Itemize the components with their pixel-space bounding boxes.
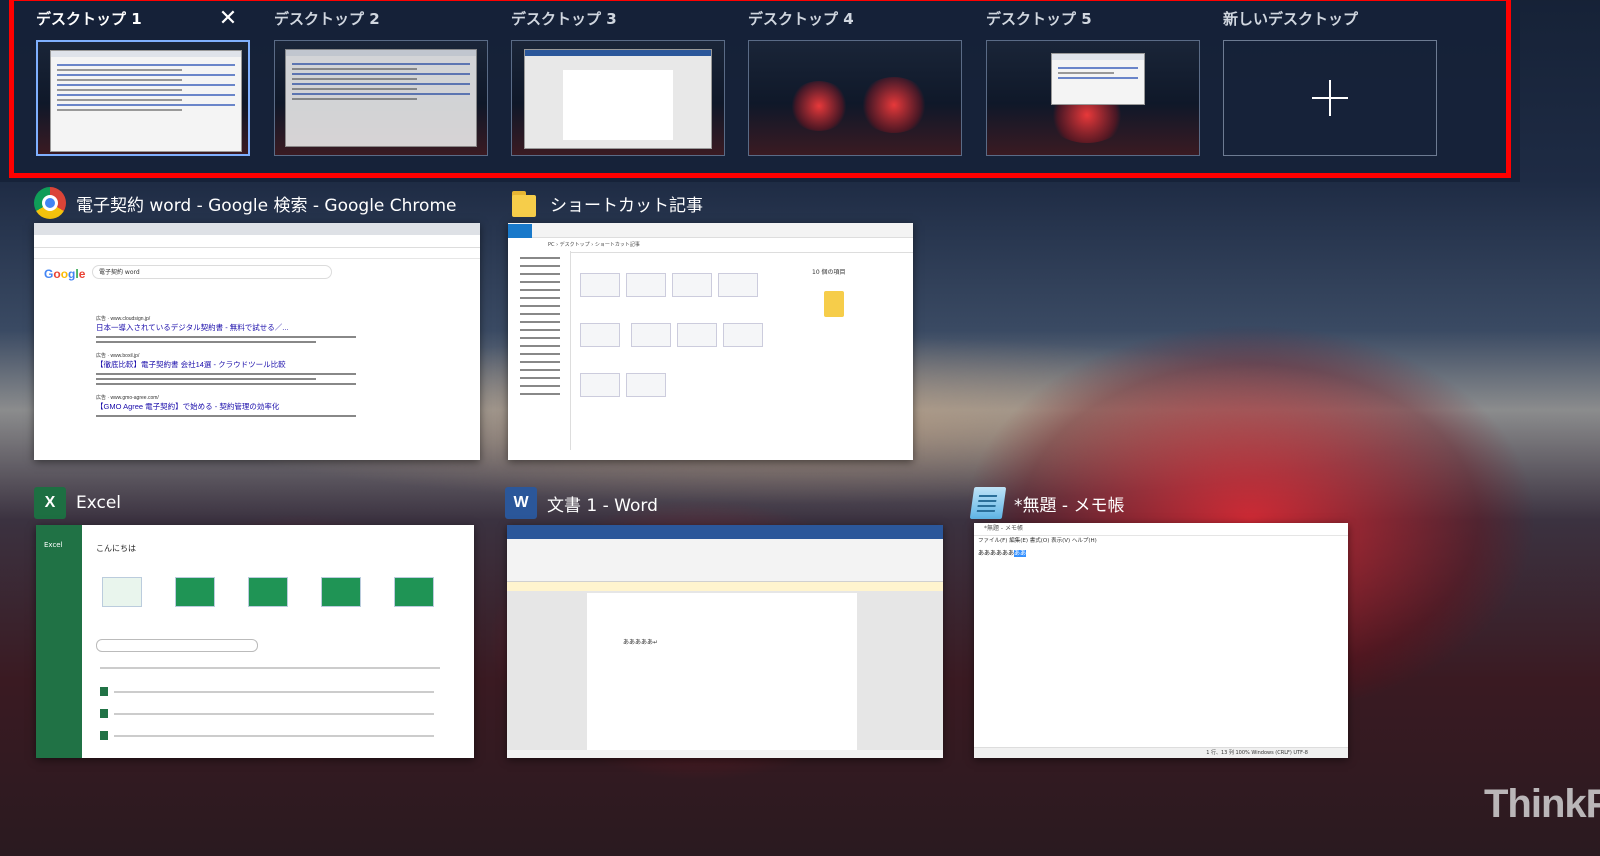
notepad-icon (969, 487, 1007, 519)
search-result: 広告 · www.gmo-agree.com/ 【GMO Agree 電子契約】… (96, 394, 396, 417)
desktop-5-label: デスクトップ 5 (986, 10, 1092, 28)
desktop-5-thumbnail[interactable] (986, 40, 1200, 156)
window-title: 文書 1 - Word (547, 495, 658, 516)
text-selection: ああ (1014, 550, 1027, 557)
desktop-4-thumbnail[interactable] (748, 40, 962, 156)
bookmarks-bar (34, 248, 480, 259)
desktop-2-label: デスクトップ 2 (274, 10, 380, 28)
mini-window (524, 49, 712, 149)
chrome-icon (34, 187, 66, 219)
window-excel[interactable]: X Excel Excel こんにちは (34, 485, 476, 760)
ribbon (507, 539, 943, 582)
desktop-2[interactable]: デスクトップ 2 (274, 8, 490, 156)
mini-window (1051, 53, 1145, 105)
window-preview[interactable]: Google 電子契約 word 広告 · www.cloudsign.jp/ … (34, 223, 480, 460)
window-title: ショートカット記事 (550, 195, 703, 216)
desktop-4-label: デスクトップ 4 (748, 10, 854, 28)
window-preview[interactable]: Excel こんにちは (36, 525, 474, 758)
search-input: 電子契約 word (92, 265, 332, 279)
window-title-bar: *無題 - メモ帳 (969, 485, 1125, 521)
status-bar (507, 750, 943, 758)
search-result: 広告 · www.cloudsign.jp/ 日本一導入されているデジタル契約書… (96, 315, 396, 343)
text-content: ああああああ (978, 550, 1015, 557)
search-result: 広告 · www.boxil.jp/ 【徹底比較】電子契約書 会社14選 - ク… (96, 352, 396, 385)
desktop-2-thumbnail[interactable] (274, 40, 488, 156)
desktop-3-label: デスクトップ 3 (511, 10, 617, 28)
result-url: 広告 · www.gmo-agree.com/ (96, 395, 159, 401)
search-input (96, 639, 258, 652)
window-title: Excel (76, 493, 122, 513)
window-title: 電子契約 word - Google 検索 - Google Chrome (76, 195, 457, 216)
document-page: あああああ↵ (587, 593, 857, 750)
menu-bar: ファイル(F) 編集(E) 書式(O) 表示(V) ヘルプ(H) (978, 538, 1097, 544)
search-results: 広告 · www.cloudsign.jp/ 日本一導入されているデジタル契約書… (96, 315, 396, 426)
window-title-bar: X Excel (34, 485, 121, 521)
desktop-4[interactable]: デスクトップ 4 (748, 8, 964, 156)
excel-sidebar: Excel (36, 525, 82, 758)
new-desktop-button[interactable] (1223, 40, 1437, 156)
window-explorer[interactable]: ショートカット記事 PC › デスクトップ › ショートカット記事 10 個の項… (508, 185, 914, 461)
new-desktop[interactable]: 新しいデスクトップ (1223, 8, 1439, 156)
result-link: 【GMO Agree 電子契約】で始める - 契約管理の効率化 (96, 402, 280, 411)
desktop-3-thumbnail[interactable] (511, 40, 725, 156)
window-title-bar: ショートカット記事 (508, 185, 703, 221)
notepad-title-bar: *無題 - メモ帳 (974, 523, 1348, 536)
window-preview[interactable]: PC › デスクトップ › ショートカット記事 10 個の項目 (508, 223, 913, 460)
greeting: こんにちは (96, 544, 136, 553)
template-list (102, 577, 467, 611)
result-link: 【徹底比較】電子契約書 会社14選 - クラウドツール比較 (96, 360, 286, 369)
file-list (580, 273, 800, 423)
window-title-bar: W 文書 1 - Word (505, 485, 658, 521)
mini-window (50, 50, 242, 152)
ribbon (508, 223, 913, 238)
result-link: 日本一導入されているデジタル契約書 - 無料で試せる／... (96, 323, 289, 332)
window-title: *無題 - メモ帳 (1014, 495, 1125, 516)
document-text: あああああ↵ (623, 639, 659, 646)
address-bar (34, 235, 480, 248)
close-icon[interactable]: ✕ (218, 8, 238, 30)
result-url: 広告 · www.boxil.jp/ (96, 353, 140, 359)
folder-icon (824, 291, 844, 317)
desktop-strip: デスクトップ 1 ✕ デスクトップ 2 デスクトップ 3 デスクトップ 4 デス… (0, 0, 1520, 182)
window-title-bar: 電子契約 word - Google 検索 - Google Chrome (34, 185, 456, 221)
desktop-1[interactable]: デスクトップ 1 ✕ (36, 8, 252, 156)
new-desktop-label: 新しいデスクトップ (1223, 10, 1359, 28)
brand-watermark: ThinkP (1484, 782, 1600, 826)
item-count: 10 個の項目 (812, 269, 846, 276)
word-title-bar (507, 525, 943, 539)
window-preview[interactable]: *無題 - メモ帳 ファイル(F) 編集(E) 書式(O) 表示(V) ヘルプ(… (974, 523, 1348, 758)
excel-icon: X (34, 487, 66, 519)
desktop-3[interactable]: デスクトップ 3 (511, 8, 727, 156)
document-canvas: あああああ↵ (507, 591, 943, 750)
window-chrome[interactable]: 電子契約 word - Google 検索 - Google Chrome Go… (34, 185, 482, 461)
navigation-pane (508, 251, 571, 450)
window-preview[interactable]: あああああ↵ (507, 525, 943, 758)
google-logo: Google (44, 267, 86, 281)
result-url: 広告 · www.cloudsign.jp/ (96, 316, 151, 322)
plus-icon (1312, 80, 1348, 116)
mini-window (285, 49, 477, 147)
window-notepad[interactable]: *無題 - メモ帳 *無題 - メモ帳 ファイル(F) 編集(E) 書式(O) … (969, 485, 1350, 760)
window-word[interactable]: W 文書 1 - Word あああああ↵ (505, 485, 945, 760)
excel-app-name: Excel (44, 541, 63, 549)
word-icon: W (505, 487, 537, 519)
status-bar: 1 行、13 列 100% Windows (CRLF) UTF-8 (974, 747, 1348, 758)
excel-home: こんにちは (82, 525, 474, 758)
browser-tabs (34, 223, 480, 235)
folder-icon (508, 187, 540, 219)
desktop-1-thumbnail[interactable] (36, 40, 250, 156)
text-area: ああああああああ (974, 546, 1348, 559)
desktop-5[interactable]: デスクトップ 5 (986, 8, 1202, 156)
